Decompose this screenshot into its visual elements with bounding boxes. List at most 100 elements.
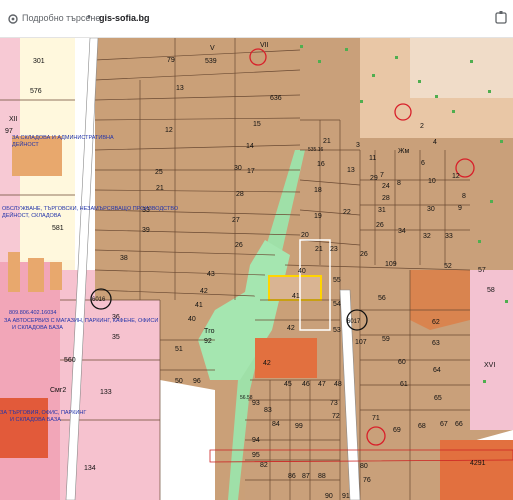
- svg-text:28: 28: [236, 191, 244, 198]
- svg-text:73: 73: [330, 400, 338, 407]
- svg-text:21: 21: [323, 138, 331, 145]
- svg-text:20: 20: [301, 232, 309, 239]
- svg-text:11: 11: [369, 155, 376, 162]
- svg-text:92: 92: [204, 338, 212, 345]
- svg-text:ОБСЛУЖВАНЕ, ТЪРГОВСКИ, НЕЗАМЪР: ОБСЛУЖВАНЕ, ТЪРГОВСКИ, НЕЗАМЪРСЯВАЩО ПРО…: [2, 206, 179, 212]
- svg-text:66: 66: [455, 421, 463, 428]
- svg-text:76: 76: [363, 477, 371, 484]
- svg-text:56.58: 56.58: [240, 395, 253, 401]
- svg-text:47: 47: [318, 381, 326, 388]
- svg-text:54: 54: [333, 301, 341, 308]
- svg-text:87: 87: [302, 473, 310, 480]
- svg-text:14: 14: [246, 143, 254, 150]
- svg-text:42: 42: [263, 360, 271, 367]
- svg-text:109: 109: [385, 261, 397, 268]
- svg-text:26: 26: [235, 242, 243, 249]
- svg-text:6: 6: [421, 160, 425, 167]
- svg-text:Тго: Тго: [204, 328, 215, 335]
- svg-text:107: 107: [355, 339, 367, 346]
- svg-text:94: 94: [252, 437, 260, 444]
- svg-text:38: 38: [120, 255, 128, 262]
- svg-text:4: 4: [433, 139, 437, 146]
- svg-text:VII: VII: [260, 42, 269, 49]
- svg-text:60: 60: [398, 359, 406, 366]
- svg-text:45: 45: [284, 381, 292, 388]
- svg-text:65: 65: [434, 395, 442, 402]
- svg-text:8: 8: [462, 193, 466, 200]
- svg-text:82: 82: [260, 462, 268, 469]
- svg-text:535.16: 535.16: [308, 147, 324, 153]
- svg-text:26: 26: [360, 251, 368, 258]
- svg-text:59: 59: [382, 336, 390, 343]
- svg-text:52: 52: [444, 263, 452, 270]
- svg-text:6017: 6017: [347, 319, 361, 325]
- svg-text:58: 58: [487, 287, 495, 294]
- svg-text:56: 56: [378, 295, 386, 302]
- svg-text:Жм: Жм: [398, 148, 409, 155]
- svg-text:ЗА СКЛАДОВА И АДМИНИСТРАТИВНА: ЗА СКЛАДОВА И АДМИНИСТРАТИВНА: [12, 135, 114, 141]
- svg-text:88: 88: [318, 473, 326, 480]
- svg-text:57: 57: [478, 267, 486, 274]
- svg-text:15: 15: [253, 121, 261, 128]
- svg-text:42: 42: [287, 325, 295, 332]
- svg-text:21: 21: [156, 185, 164, 192]
- svg-text:7: 7: [380, 172, 384, 179]
- svg-text:17: 17: [247, 168, 255, 175]
- svg-text:46: 46: [302, 381, 310, 388]
- svg-text:16: 16: [317, 161, 325, 168]
- svg-text:13: 13: [347, 167, 355, 174]
- svg-text:12: 12: [165, 127, 173, 134]
- svg-text:51: 51: [175, 346, 183, 353]
- svg-text:И СКЛАДОВА БАЗА: И СКЛАДОВА БАЗА: [10, 417, 61, 423]
- svg-text:61: 61: [400, 381, 408, 388]
- svg-text:8: 8: [397, 180, 401, 187]
- svg-text:99: 99: [295, 423, 303, 430]
- svg-text:35: 35: [112, 334, 120, 341]
- svg-text:636: 636: [270, 95, 282, 102]
- svg-text:133: 133: [100, 389, 112, 396]
- cadastral-map[interactable]: 301 576 97 581 79 539 13 12 15 14 17 30 …: [0, 38, 513, 500]
- svg-text:ЗА ТЪРГОВИЯ, ОФИС, ПАРКИНГ: ЗА ТЪРГОВИЯ, ОФИС, ПАРКИНГ: [0, 410, 86, 416]
- svg-text:22: 22: [343, 209, 351, 216]
- site-settings-icon[interactable]: [6, 12, 20, 26]
- svg-text:809.806.402.16034: 809.806.402.16034: [9, 310, 56, 316]
- svg-text:24: 24: [382, 183, 390, 190]
- svg-text:V: V: [210, 45, 215, 52]
- svg-text:21: 21: [315, 246, 323, 253]
- svg-text:581: 581: [52, 225, 64, 232]
- svg-text:XII: XII: [9, 116, 18, 123]
- svg-text:9: 9: [458, 205, 462, 212]
- svg-text:48: 48: [334, 381, 342, 388]
- svg-text:И СКЛАДОВА БАЗА: И СКЛАДОВА БАЗА: [12, 325, 63, 331]
- svg-text:XVI: XVI: [484, 362, 495, 369]
- svg-text:86: 86: [288, 473, 296, 480]
- svg-text:134: 134: [84, 465, 96, 472]
- svg-text:25: 25: [155, 169, 163, 176]
- svg-text:80: 80: [360, 463, 368, 470]
- svg-text:72: 72: [332, 413, 340, 420]
- svg-text:ЗА АВТОСЕРВИЗ С МАГАЗИН, ПАРКИ: ЗА АВТОСЕРВИЗ С МАГАЗИН, ПАРКИНГ, КАФЕНЕ…: [4, 318, 158, 324]
- svg-text:93: 93: [252, 400, 260, 407]
- svg-text:96: 96: [193, 378, 201, 385]
- svg-text:83: 83: [264, 407, 272, 414]
- map-canvas[interactable]: 301 576 97 581 79 539 13 12 15 14 17 30 …: [0, 38, 513, 500]
- svg-text:32: 32: [423, 233, 431, 240]
- svg-text:64: 64: [433, 367, 441, 374]
- svg-text:30: 30: [427, 206, 435, 213]
- svg-text:42: 42: [200, 288, 208, 295]
- svg-text:39: 39: [142, 227, 150, 234]
- extension-puzzle-icon[interactable]: [493, 10, 509, 26]
- svg-text:90: 90: [325, 493, 333, 500]
- svg-text:ДЕЙНОСТ, СКЛАДОВА: ДЕЙНОСТ, СКЛАДОВА: [2, 211, 61, 219]
- svg-text:53: 53: [333, 327, 341, 334]
- svg-text:6016: 6016: [92, 297, 106, 303]
- svg-text:97: 97: [5, 128, 13, 135]
- svg-text:27: 27: [232, 217, 240, 224]
- svg-text:29: 29: [370, 175, 378, 182]
- separator-dot: •: [87, 11, 91, 23]
- svg-text:84: 84: [272, 421, 280, 428]
- svg-text:18: 18: [314, 187, 322, 194]
- svg-text:63: 63: [432, 340, 440, 347]
- svg-text:31: 31: [378, 207, 386, 214]
- svg-text:12: 12: [452, 173, 460, 180]
